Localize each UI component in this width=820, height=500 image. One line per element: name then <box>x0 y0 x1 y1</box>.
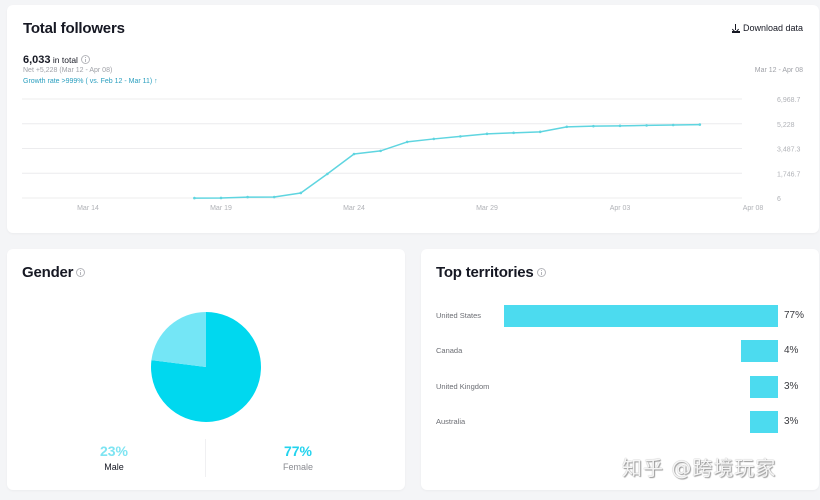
data-point[interactable] <box>592 124 595 128</box>
territory-row: Canada 4% <box>421 340 819 362</box>
x-tick-label: Mar 29 <box>476 205 498 212</box>
female-label: Female <box>282 462 313 472</box>
top-territories-title-text: Top territories <box>436 264 534 281</box>
male-percent: 23% <box>99 443 129 459</box>
territory-percent: 3% <box>784 416 799 427</box>
territory-bar[interactable] <box>740 340 778 362</box>
data-point[interactable] <box>459 135 462 138</box>
data-point[interactable] <box>193 196 196 200</box>
gender-card: Gender 23% Male 77% Female <box>7 249 405 490</box>
male-label: Male <box>104 462 124 472</box>
territory-bar[interactable] <box>750 411 778 433</box>
x-tick-label: Apr 03 <box>610 205 631 212</box>
x-tick-label: Apr 08 <box>743 205 764 212</box>
territory-row: Australia 3% <box>421 411 819 433</box>
gender-divider <box>205 439 206 477</box>
data-point[interactable] <box>645 124 648 127</box>
x-tick-label: Mar 19 <box>210 205 232 212</box>
pie-slice-male[interactable] <box>151 312 206 367</box>
followers-series-line <box>194 123 700 199</box>
data-point[interactable] <box>299 191 303 195</box>
territory-row: United States 77% <box>421 305 819 327</box>
territory-percent: 77% <box>784 310 805 321</box>
data-point[interactable] <box>565 125 569 129</box>
y-tick-label: 6,968.7 <box>777 97 800 104</box>
data-point[interactable] <box>698 123 702 126</box>
y-tick-label: 1,746.7 <box>777 171 800 178</box>
territory-label: United States <box>436 311 482 320</box>
data-point[interactable] <box>671 123 675 127</box>
data-point[interactable] <box>432 137 436 141</box>
female-percent: 77% <box>283 443 313 459</box>
data-point[interactable] <box>352 152 356 156</box>
data-point[interactable] <box>485 132 489 136</box>
territory-row: United Kingdom 3% <box>421 376 819 398</box>
territory-bar[interactable] <box>504 305 778 327</box>
followers-line-chart[interactable]: 6,968.7 5,228 3,487.3 1,746.7 6 Mar 14 Mar 19 M… <box>7 5 819 233</box>
x-tick-label: Mar 14 <box>77 205 99 212</box>
top-territories-title: Top territories <box>436 264 546 281</box>
y-tick-label: 3,487.3 <box>777 147 800 154</box>
data-point[interactable] <box>618 124 622 128</box>
data-point[interactable] <box>538 130 542 134</box>
total-followers-card: Total followers Download data 6,033 in t… <box>7 5 819 233</box>
territory-percent: 4% <box>784 345 799 356</box>
data-point[interactable] <box>512 131 515 135</box>
data-point[interactable] <box>272 195 276 199</box>
data-point[interactable] <box>326 172 329 176</box>
x-tick-label: Mar 24 <box>343 205 365 212</box>
male-stat: 23% Male <box>64 443 164 472</box>
data-point[interactable] <box>379 149 382 153</box>
territory-bar[interactable] <box>750 376 778 398</box>
territory-percent: 3% <box>784 381 799 392</box>
female-stat: 77% Female <box>248 443 348 472</box>
territory-label: United Kingdom <box>436 382 490 391</box>
territory-label: Australia <box>436 417 466 426</box>
data-point[interactable] <box>246 195 249 199</box>
data-point[interactable] <box>405 140 409 144</box>
watermark: 知乎 @跨境玩家 <box>622 456 777 480</box>
data-point[interactable] <box>219 196 223 200</box>
y-tick-label: 5,228 <box>777 122 795 129</box>
y-tick-label: 6 <box>777 196 781 203</box>
info-icon[interactable] <box>536 267 546 277</box>
territory-label: Canada <box>436 346 463 355</box>
